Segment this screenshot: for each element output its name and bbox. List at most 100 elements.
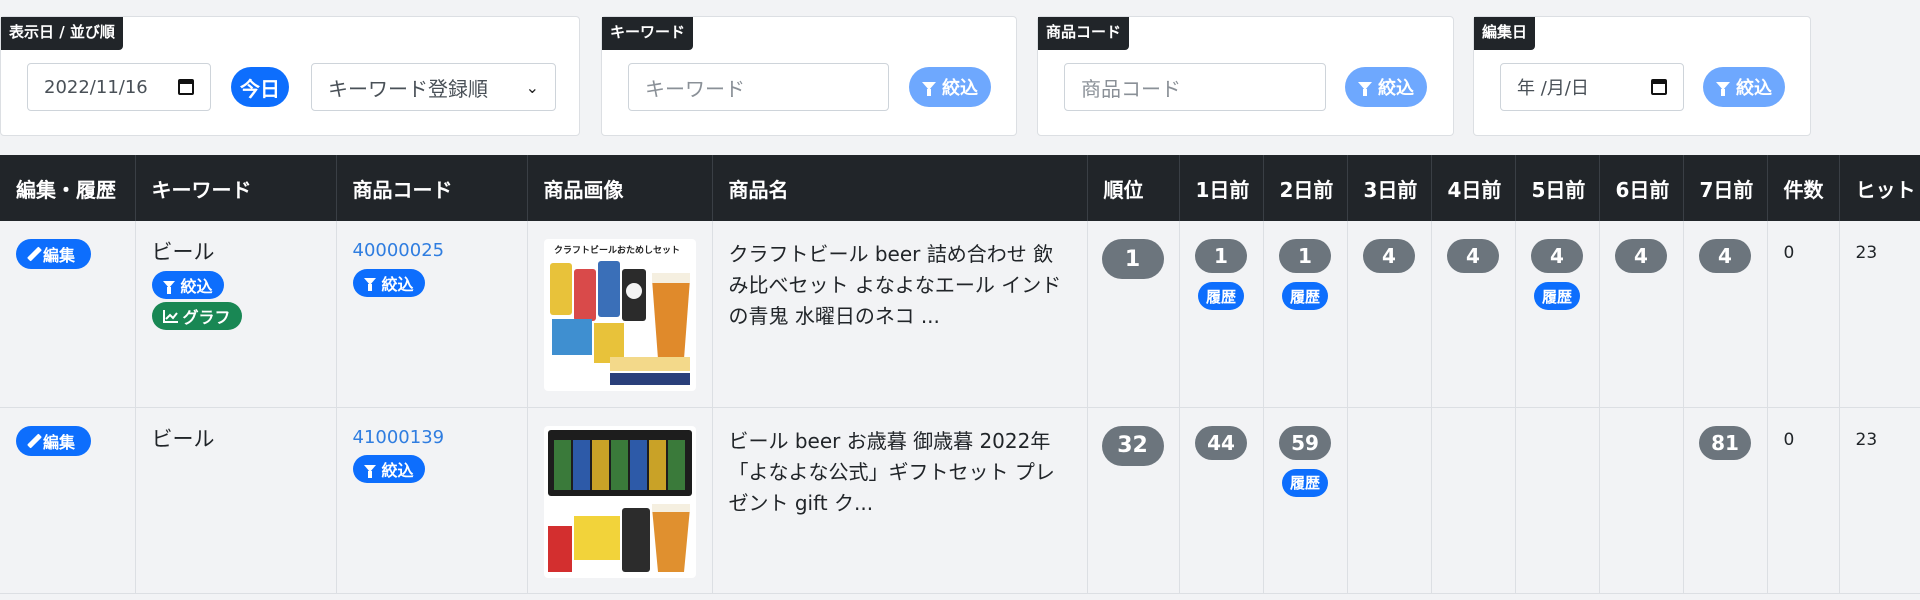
column-header: ヒット — [1839, 155, 1920, 221]
product-code-link[interactable]: 41000139 — [353, 426, 511, 450]
rank-badge: 1 — [1195, 239, 1247, 273]
sort-select[interactable]: キーワード登録順 ⌄ — [311, 63, 556, 111]
keyword-filter-pill[interactable]: 絞込 — [151, 271, 224, 299]
product-code-link[interactable]: 40000025 — [353, 239, 511, 263]
rank-badge: 32 — [1101, 425, 1164, 466]
history-button[interactable]: 履歴 — [1281, 468, 1328, 497]
keyword-filter-label: 絞込 — [942, 78, 978, 99]
product-image[interactable]: クラフトビールおためしセット — [543, 239, 696, 391]
edit-date-filter-label: 絞込 — [1736, 78, 1772, 99]
rank-badge: 1 — [1279, 239, 1331, 273]
graph-button-label: グラフ — [182, 308, 231, 327]
keyword-card: キーワード キーワード 絞込 — [601, 16, 1017, 136]
column-header: 4日前 — [1431, 155, 1516, 221]
column-header: 2日前 — [1263, 155, 1348, 221]
column-header: キーワード — [135, 155, 337, 221]
graph-button[interactable]: グラフ — [151, 302, 242, 330]
keyword-text: ビール — [151, 426, 215, 451]
product-code-filter-button[interactable]: 絞込 — [1345, 67, 1427, 107]
column-header: 件数 — [1767, 155, 1840, 221]
filter-icon — [162, 280, 175, 294]
product-name: クラフトビール beer 詰め合わせ 飲み比べセット よなよなエール インドの青… — [728, 242, 1062, 328]
table-row: 編集 ビール 絞込 グラフ 40000025 絞込 クラフトビールおためしセット… — [0, 221, 1920, 408]
today-button[interactable]: 今日 — [231, 67, 289, 107]
history-button[interactable]: 履歴 — [1197, 282, 1244, 310]
count-cell: 0 — [1767, 221, 1840, 408]
chart-line-icon — [162, 310, 178, 323]
display-date-value: 2022/11/16 — [44, 76, 148, 98]
code-filter-pill[interactable]: 絞込 — [352, 268, 425, 297]
edit-cell: 編集 — [0, 407, 136, 594]
hit-cell: 23 — [1839, 407, 1920, 594]
product-code-input[interactable]: 商品コード — [1064, 63, 1326, 111]
product-name-cell: ビール beer お歳暮 御歳暮 2022年「よなよな公式」ギフトセット プレゼ… — [712, 407, 1088, 594]
keyword-label: キーワード — [602, 17, 694, 50]
keyword-cell: ビール 絞込 グラフ — [135, 221, 337, 408]
history-button[interactable]: 履歴 — [1281, 282, 1328, 310]
filter-icon — [1358, 82, 1372, 96]
day4-cell — [1431, 407, 1516, 594]
column-header: 商品画像 — [527, 155, 713, 221]
edit-date-label: 編集日 — [1474, 17, 1536, 50]
edit-date-filter-button[interactable]: 絞込 — [1703, 67, 1785, 107]
product-code-placeholder: 商品コード — [1081, 76, 1181, 101]
rank-badge: 81 — [1699, 425, 1751, 460]
day1-cell: 1 履歴 — [1179, 221, 1264, 408]
filter-icon — [363, 278, 376, 291]
pencil-icon — [27, 246, 42, 262]
edit-button[interactable]: 編集 — [16, 425, 92, 456]
filter-icon — [1716, 82, 1730, 96]
date-sort-label: 表示日 / 並び順 — [1, 17, 123, 50]
column-header: 5日前 — [1515, 155, 1600, 221]
filter-icon — [922, 82, 936, 96]
edit-button[interactable]: 編集 — [16, 239, 92, 269]
day7-cell: 4 — [1683, 221, 1768, 408]
product-name-cell: クラフトビール beer 詰め合わせ 飲み比べセット よなよなエール インドの青… — [712, 221, 1088, 408]
product-code-cell: 41000139 絞込 — [336, 407, 528, 594]
product-code-cell: 40000025 絞込 — [336, 221, 528, 408]
image-caption: クラフトビールおためしセット — [554, 244, 680, 256]
edit-button-label: 編集 — [43, 432, 76, 452]
table-row: 編集 ビール 41000139 絞込 ビール beer お歳暮 御歳暮 2022… — [0, 407, 1920, 594]
edit-date-input[interactable]: 年 /月/日 — [1500, 63, 1684, 111]
filter-pill-label: 絞込 — [180, 277, 213, 296]
day1-cell: 44 — [1179, 407, 1264, 594]
day3-cell — [1347, 407, 1432, 594]
day2-cell: 1 履歴 — [1263, 221, 1348, 408]
column-header: 順位 — [1087, 155, 1180, 221]
rank-badge: 44 — [1195, 425, 1247, 460]
product-code-filter-label: 絞込 — [1378, 78, 1414, 99]
table-header-row: 編集・履歴 キーワード 商品コード 商品画像 商品名 順位 1日前 2日前 3日… — [0, 155, 1920, 221]
chevron-down-icon: ⌄ — [525, 77, 539, 97]
display-date-input[interactable]: 2022/11/16 — [27, 63, 211, 111]
filter-pill-label: 絞込 — [381, 274, 414, 294]
product-name: ビール beer お歳暮 御歳暮 2022年「よなよな公式」ギフトセット プレゼ… — [728, 428, 1055, 515]
hit-cell: 23 — [1839, 221, 1920, 408]
rank-cell: 32 — [1087, 407, 1180, 594]
rank-badge: 4 — [1447, 239, 1499, 273]
history-button[interactable]: 履歴 — [1533, 282, 1580, 310]
rank-badge: 4 — [1363, 239, 1415, 273]
code-filter-pill[interactable]: 絞込 — [352, 455, 425, 483]
day2-cell: 59 履歴 — [1263, 407, 1348, 594]
rank-badge: 59 — [1279, 425, 1331, 460]
pencil-icon — [27, 433, 42, 448]
column-header: 3日前 — [1347, 155, 1432, 221]
ranking-table: 編集・履歴 キーワード 商品コード 商品画像 商品名 順位 1日前 2日前 3日… — [0, 155, 1920, 594]
edit-date-card: 編集日 年 /月/日 絞込 — [1473, 16, 1811, 136]
filter-pill-label: 絞込 — [381, 461, 414, 480]
count-cell: 0 — [1767, 407, 1840, 594]
rank-badge: 4 — [1699, 239, 1751, 273]
calendar-icon[interactable] — [178, 79, 194, 95]
sort-select-value: キーワード登録順 — [328, 76, 488, 101]
calendar-icon[interactable] — [1651, 79, 1667, 95]
column-header: 7日前 — [1683, 155, 1768, 221]
day6-cell — [1599, 407, 1684, 594]
column-header: 編集・履歴 — [0, 155, 136, 221]
edit-cell: 編集 — [0, 221, 136, 408]
keyword-input[interactable]: キーワード — [628, 63, 889, 111]
product-image[interactable] — [543, 425, 696, 578]
keyword-filter-button[interactable]: 絞込 — [909, 67, 991, 107]
rank-badge: 4 — [1531, 239, 1583, 273]
edit-date-placeholder: 年 /月/日 — [1517, 78, 1589, 99]
